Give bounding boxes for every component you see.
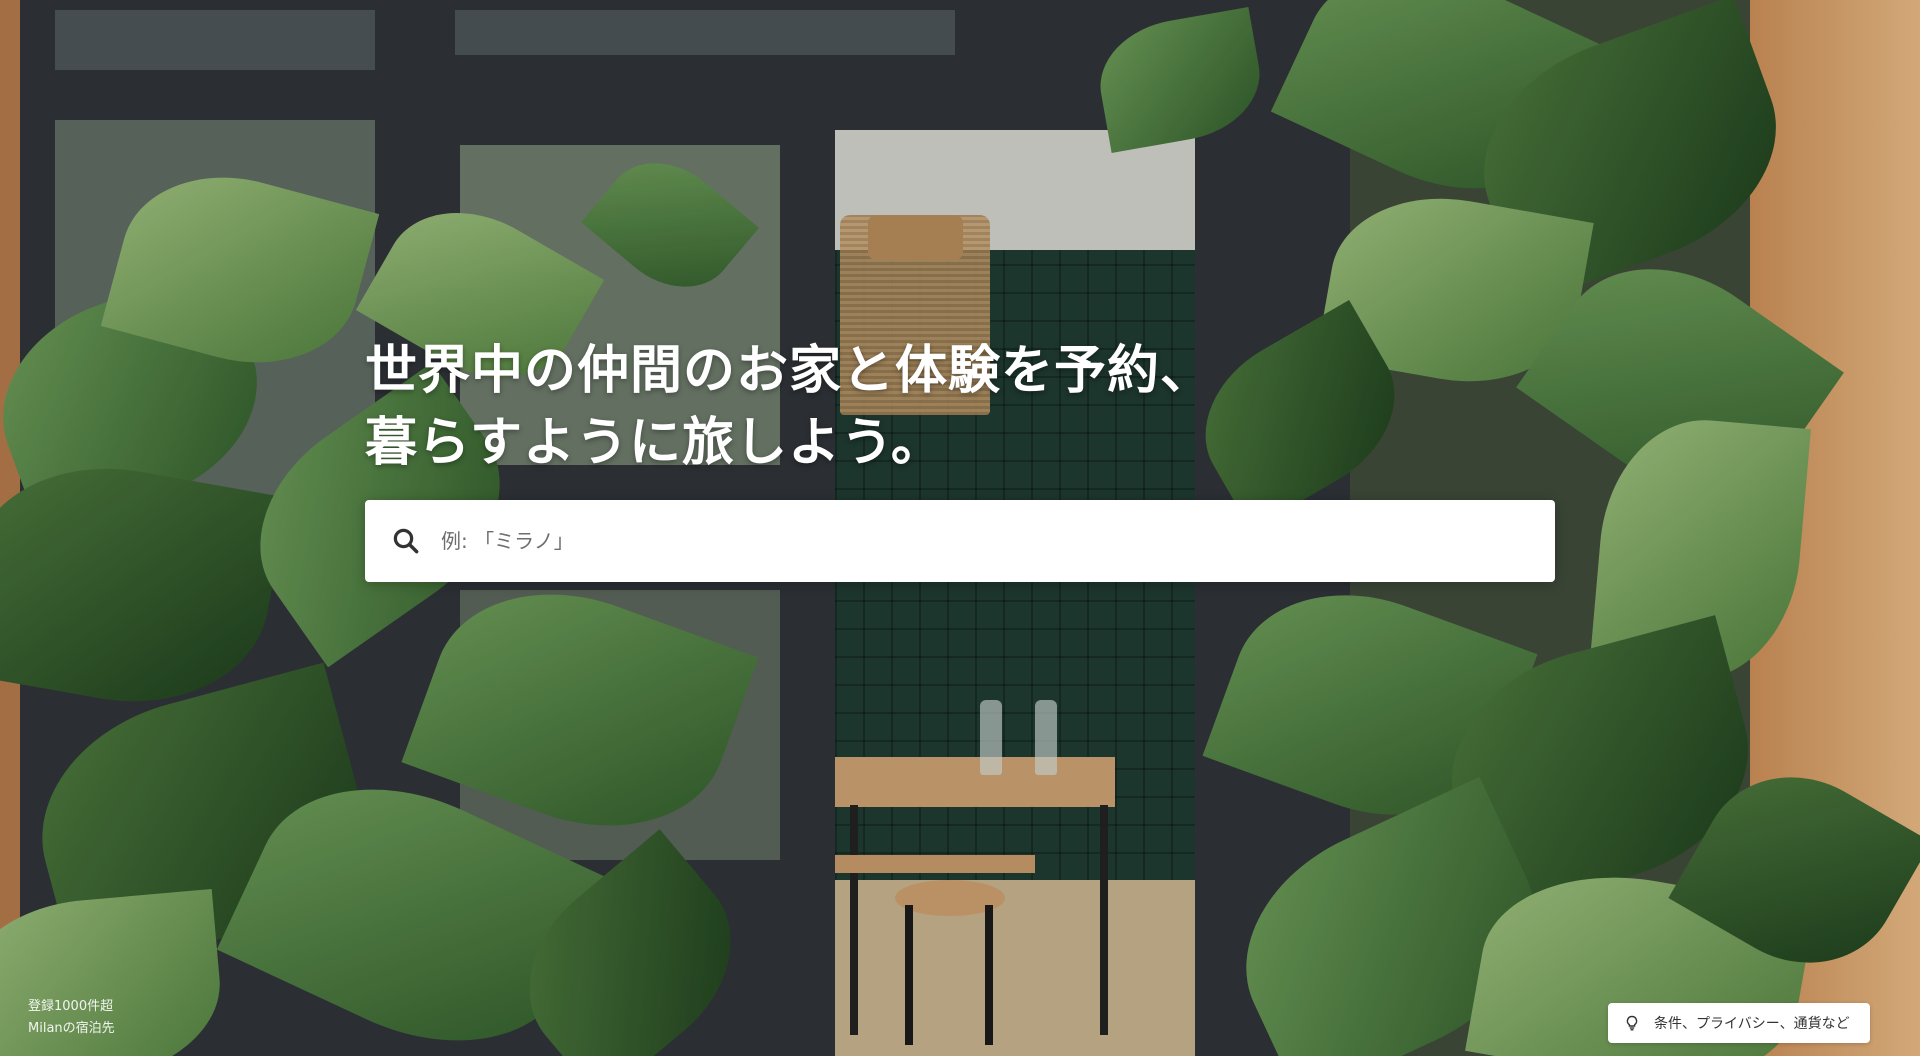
search-bar[interactable] (365, 499, 1555, 583)
lightbulb-icon (1626, 1015, 1638, 1031)
hero-headline-line1: 世界中の仲間のお家と体験を予約、 (365, 341, 1214, 401)
listing-location-text: Milanの宿泊先 (28, 1021, 115, 1036)
listing-count-text: 登録1000件超 (28, 999, 114, 1014)
search-input[interactable] (439, 499, 1555, 583)
search-icon (393, 528, 419, 554)
terms-privacy-currency-button[interactable]: 条件、プライバシー、通貨など (1608, 1003, 1870, 1043)
hero-headline-line2: 暮らすように旅しよう。 (365, 413, 944, 473)
hero-headline: 世界中の仲間のお家と体験を予約、 暮らすように旅しよう。 (365, 335, 1213, 479)
listing-count-caption: 登録1000件超 Milanの宿泊先 (28, 996, 115, 1040)
terms-privacy-currency-label: 条件、プライバシー、通貨など (1654, 1016, 1850, 1032)
